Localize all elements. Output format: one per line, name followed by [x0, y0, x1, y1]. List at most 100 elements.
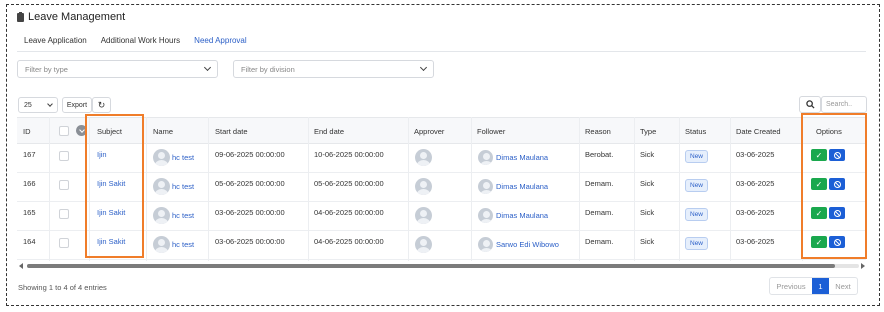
avatar: [415, 207, 432, 224]
cell-name[interactable]: hc test: [172, 240, 194, 249]
header-id[interactable]: ID: [23, 127, 31, 136]
header-status[interactable]: Status: [685, 127, 706, 136]
options-column-highlight: [801, 113, 867, 259]
avatar: [415, 236, 432, 253]
filter-division-select[interactable]: Filter by division: [233, 60, 434, 78]
row-checkbox[interactable]: [59, 209, 69, 219]
search-input[interactable]: Search..: [821, 96, 867, 113]
table-row[interactable]: 164 Ijin Sakit hc test 03-06-2025 00:00:…: [17, 231, 866, 260]
row-checkbox[interactable]: [59, 238, 69, 248]
page-title-text: Leave Management: [28, 11, 126, 23]
cell-type: Sick: [640, 208, 655, 217]
tab-need-approval[interactable]: Need Approval: [194, 36, 246, 45]
cell-end-date: 04-06-2025 00:00:00: [314, 237, 384, 246]
table-header: ID Subject Name Start date End date Appr…: [17, 117, 866, 144]
header-follower[interactable]: Follower: [477, 127, 505, 136]
cell-start-date: 03-06-2025 00:00:00: [215, 208, 285, 217]
entries-info: Showing 1 to 4 of 4 entries: [18, 283, 107, 292]
avatar: [153, 236, 170, 253]
cell-id: 164: [23, 237, 36, 246]
search-icon: [805, 100, 815, 109]
cell-name[interactable]: hc test: [172, 153, 194, 162]
avatar: [415, 149, 432, 166]
avatar: [153, 207, 170, 224]
table-row[interactable]: 167 Ijin hc test 09-06-2025 00:00:00 10-…: [17, 144, 866, 173]
avatar: [415, 178, 432, 195]
header-approver[interactable]: Approver: [414, 127, 444, 136]
row-checkbox[interactable]: [59, 151, 69, 161]
tab-divider: [17, 51, 866, 52]
cell-name[interactable]: hc test: [172, 211, 194, 220]
cell-type: Sick: [640, 237, 655, 246]
export-button[interactable]: Export: [62, 97, 92, 113]
header-reason[interactable]: Reason: [585, 127, 611, 136]
avatar: [478, 179, 493, 194]
select-all-checkbox[interactable]: [59, 126, 69, 136]
table-row[interactable]: 166 Ijin Sakit hc test 05-06-2025 00:00:…: [17, 173, 866, 202]
header-name[interactable]: Name: [153, 127, 173, 136]
search-button[interactable]: [799, 96, 821, 113]
cell-reason: Demam.: [585, 179, 614, 188]
pagination: Previous 1 Next: [769, 277, 858, 295]
cell-start-date: 05-06-2025 00:00:00: [215, 179, 285, 188]
chevron-down-icon: [203, 63, 212, 72]
cell-follower[interactable]: Dimas Maulana: [496, 211, 548, 220]
chevron-down-icon: [419, 63, 428, 72]
page-size-select[interactable]: 25: [18, 97, 58, 113]
cell-start-date: 09-06-2025 00:00:00: [215, 150, 285, 159]
filter-type-select[interactable]: Filter by type: [17, 60, 218, 78]
chevron-down-icon: [47, 100, 53, 107]
scroll-left-arrow[interactable]: [19, 263, 23, 269]
status-badge: New: [685, 237, 709, 250]
cell-date-created: 03-06-2025: [736, 208, 775, 217]
header-end-date[interactable]: End date: [314, 127, 344, 136]
page-size-value: 25: [24, 101, 32, 109]
tab-additional-work-hours[interactable]: Additional Work Hours: [101, 36, 180, 45]
page-title: Leave Management: [17, 11, 125, 23]
page-1-button[interactable]: 1: [812, 278, 829, 294]
next-page-button[interactable]: Next: [829, 278, 857, 294]
cell-date-created: 03-06-2025: [736, 237, 775, 246]
status-badge: New: [685, 208, 709, 221]
cell-start-date: 03-06-2025 00:00:00: [215, 237, 285, 246]
cell-type: Sick: [640, 150, 655, 159]
tab-leave-application[interactable]: Leave Application: [24, 36, 87, 45]
cell-id: 165: [23, 208, 36, 217]
header-type[interactable]: Type: [640, 127, 656, 136]
filter-type-placeholder: Filter by type: [25, 64, 68, 74]
tab-bar: Leave Application Additional Work Hours …: [24, 36, 247, 45]
cell-date-created: 03-06-2025: [736, 150, 775, 159]
scrollbar-thumb[interactable]: [27, 264, 835, 268]
clipboard-icon: [17, 11, 24, 22]
cell-id: 167: [23, 150, 36, 159]
cell-name[interactable]: hc test: [172, 182, 194, 191]
row-checkbox[interactable]: [59, 180, 69, 190]
refresh-icon[interactable]: ↻: [92, 97, 111, 113]
header-date-created[interactable]: Date Created: [736, 127, 781, 136]
previous-page-button[interactable]: Previous: [770, 278, 812, 294]
subject-column-highlight: [85, 114, 144, 258]
cell-date-created: 03-06-2025: [736, 179, 775, 188]
cell-type: Sick: [640, 179, 655, 188]
cell-end-date: 10-06-2025 00:00:00: [314, 150, 384, 159]
cell-reason: Demam.: [585, 208, 614, 217]
table-row[interactable]: 165 Ijin Sakit hc test 03-06-2025 00:00:…: [17, 202, 866, 231]
cell-id: 166: [23, 179, 36, 188]
cell-follower[interactable]: Sarwo Edi Wibowo: [496, 240, 559, 249]
avatar: [153, 149, 170, 166]
filter-division-placeholder: Filter by division: [241, 64, 295, 74]
avatar: [153, 178, 170, 195]
avatar: [478, 150, 493, 165]
avatar: [478, 208, 493, 223]
cell-end-date: 04-06-2025 00:00:00: [314, 208, 384, 217]
header-start-date[interactable]: Start date: [215, 127, 248, 136]
cell-reason: Berobat.: [585, 150, 614, 159]
status-badge: New: [685, 179, 709, 192]
avatar: [478, 237, 493, 252]
cell-follower[interactable]: Dimas Maulana: [496, 153, 548, 162]
status-badge: New: [685, 150, 709, 163]
cell-end-date: 05-06-2025 00:00:00: [314, 179, 384, 188]
cell-follower[interactable]: Dimas Maulana: [496, 182, 548, 191]
scroll-right-arrow[interactable]: [861, 263, 865, 269]
cell-reason: Demam.: [585, 237, 614, 246]
